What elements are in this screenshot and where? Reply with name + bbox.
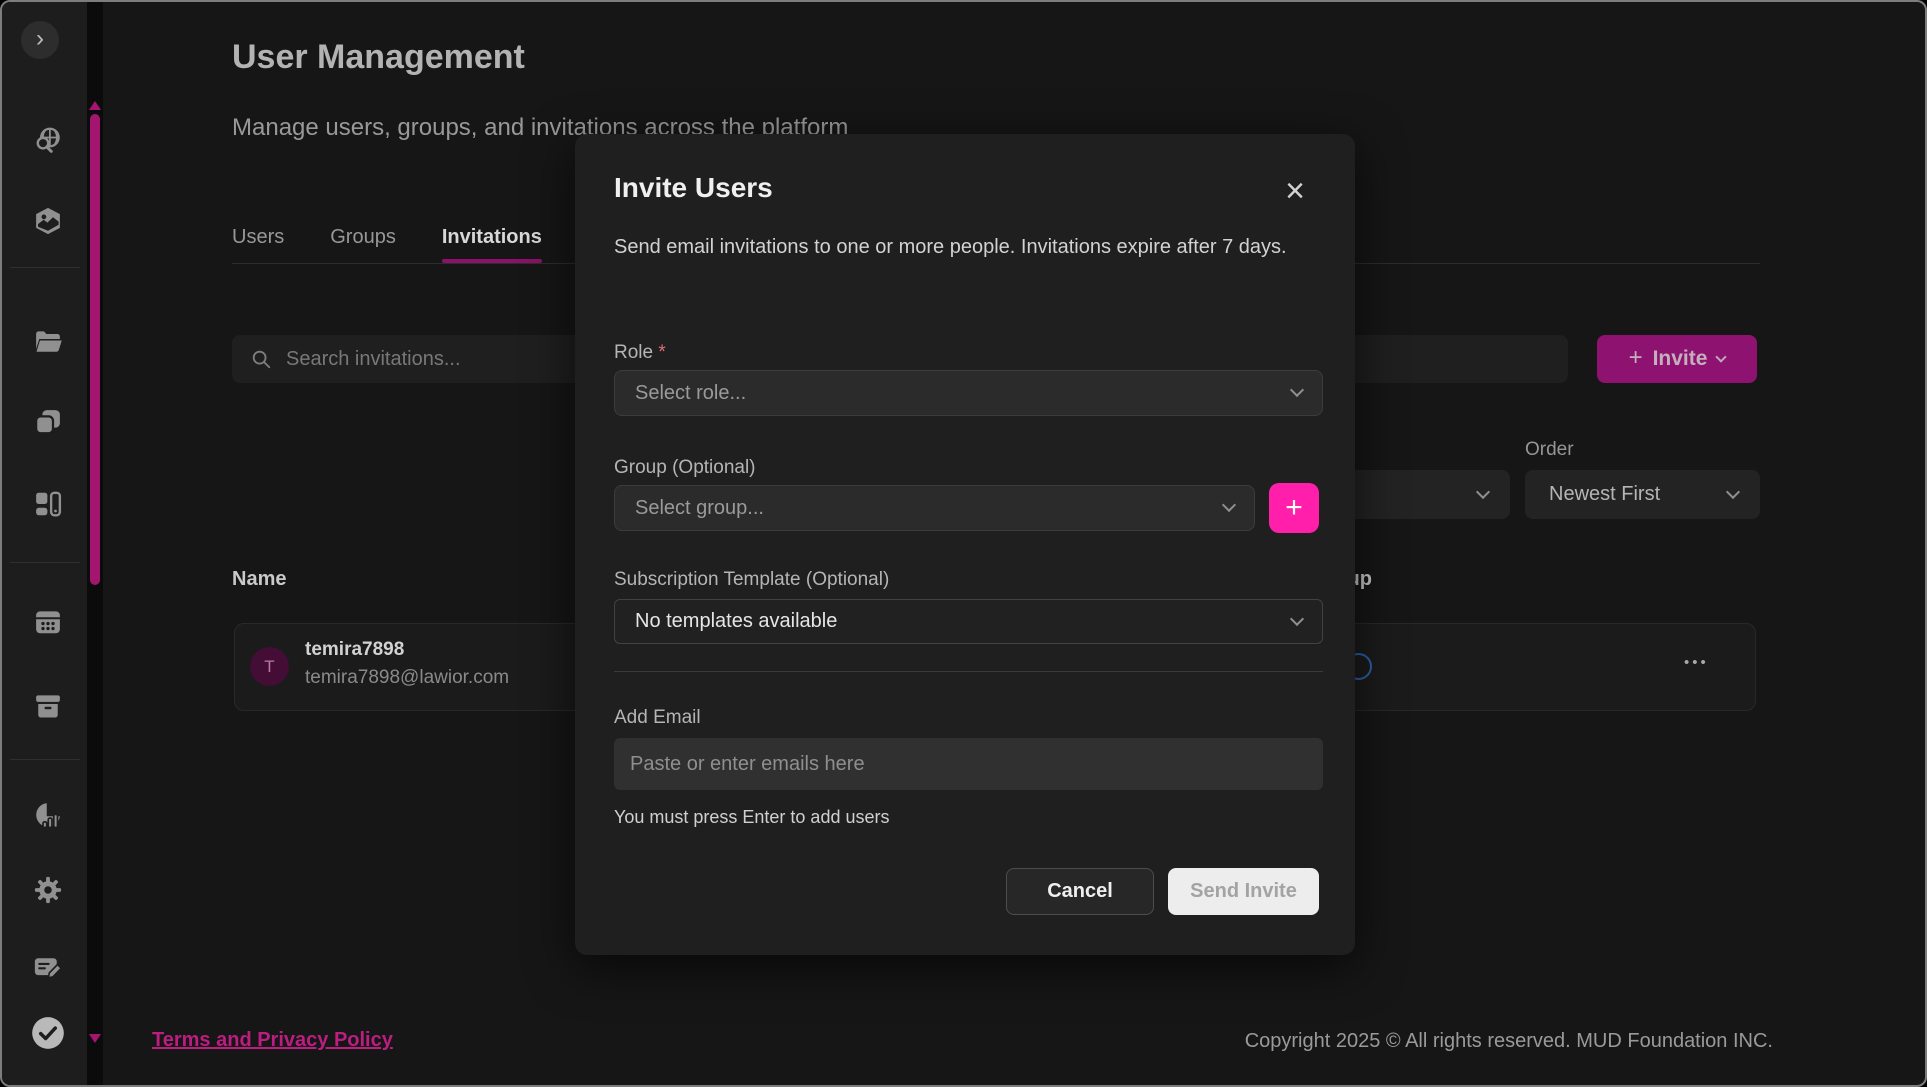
avatar: T xyxy=(250,647,289,686)
sidebar-divider xyxy=(10,562,80,563)
modal-title: Invite Users xyxy=(614,172,773,204)
tab-users[interactable]: Users xyxy=(232,226,284,263)
chevron-down-icon xyxy=(1290,383,1304,397)
row-actions-button[interactable]: ••• xyxy=(1684,654,1709,671)
group-select-placeholder: Select group... xyxy=(635,497,764,520)
avatar-initial: T xyxy=(264,657,274,677)
page-title: User Management xyxy=(232,38,525,77)
cancel-button[interactable]: Cancel xyxy=(1006,868,1154,915)
chevron-right-icon: › xyxy=(36,25,44,53)
chevron-down-icon xyxy=(1290,611,1304,625)
chevron-down-icon xyxy=(1726,484,1740,498)
invite-users-modal: Invite Users × Send email invitations to… xyxy=(575,134,1355,955)
group-select[interactable]: Select group... xyxy=(614,485,1255,531)
tab-invitations[interactable]: Invitations xyxy=(442,226,542,263)
plus-icon: + xyxy=(1285,491,1303,525)
chevron-down-icon xyxy=(1716,351,1727,362)
explore-search-icon[interactable] xyxy=(33,125,63,155)
sidebar: › xyxy=(2,2,87,1087)
sidebar-expand-button[interactable]: › xyxy=(21,21,59,59)
add-email-label: Add Email xyxy=(614,707,701,729)
scrollbar-up-arrow-icon[interactable] xyxy=(89,101,101,110)
scrollbar-down-arrow-icon[interactable] xyxy=(89,1034,101,1043)
media-assets-icon[interactable] xyxy=(33,206,63,236)
role-select-placeholder: Select role... xyxy=(635,382,746,405)
account-check-icon[interactable] xyxy=(29,1014,67,1052)
sidebar-divider xyxy=(10,759,80,760)
invite-button[interactable]: + Invite xyxy=(1597,335,1757,383)
tab-bar: Users Groups Invitations xyxy=(232,226,542,263)
send-invite-button[interactable]: Send Invite xyxy=(1168,868,1319,915)
terms-privacy-link[interactable]: Terms and Privacy Policy xyxy=(152,1029,393,1052)
sidebar-divider xyxy=(10,267,80,268)
order-label: Order xyxy=(1525,439,1574,461)
row-email: temira7898@lawior.com xyxy=(305,667,509,689)
app-window: › xyxy=(0,0,1927,1087)
template-select-value: No templates available xyxy=(635,610,837,633)
role-select[interactable]: Select role... xyxy=(614,370,1323,416)
column-header-name: Name xyxy=(232,568,286,591)
row-username: temira7898 xyxy=(305,639,404,661)
search-icon xyxy=(250,348,272,370)
calendar-icon[interactable] xyxy=(33,607,63,637)
tab-groups[interactable]: Groups xyxy=(330,226,396,263)
plus-icon: + xyxy=(1629,344,1643,372)
order-select[interactable]: Newest First xyxy=(1525,470,1760,519)
copyright-text: Copyright 2025 © All rights reserved. MU… xyxy=(1245,1030,1773,1053)
email-input[interactable] xyxy=(614,738,1323,790)
analytics-icon[interactable] xyxy=(33,800,63,830)
invite-button-label: Invite xyxy=(1653,347,1708,371)
modal-description: Send email invitations to one or more pe… xyxy=(614,232,1314,262)
folder-icon[interactable] xyxy=(33,327,63,357)
close-icon: × xyxy=(1285,172,1305,211)
subscription-template-select[interactable]: No templates available xyxy=(614,599,1323,644)
collections-icon[interactable] xyxy=(33,407,63,437)
chevron-down-icon xyxy=(1222,498,1236,512)
archive-icon[interactable] xyxy=(33,691,63,721)
scrollbar-thumb[interactable] xyxy=(90,114,100,585)
device-layout-icon[interactable] xyxy=(33,489,63,519)
add-group-button[interactable]: + xyxy=(1269,483,1319,533)
group-label: Group (Optional) xyxy=(614,457,756,479)
email-helper-text: You must press Enter to add users xyxy=(614,807,889,828)
role-label: Role * xyxy=(614,342,666,364)
subscription-template-label: Subscription Template (Optional) xyxy=(614,569,889,591)
chevron-down-icon xyxy=(1476,484,1490,498)
notes-edit-icon[interactable] xyxy=(33,952,63,982)
close-button[interactable]: × xyxy=(1277,173,1313,209)
settings-gear-icon[interactable] xyxy=(33,875,63,905)
required-marker: * xyxy=(658,342,665,363)
order-select-value: Newest First xyxy=(1549,483,1660,506)
modal-divider xyxy=(614,671,1323,672)
